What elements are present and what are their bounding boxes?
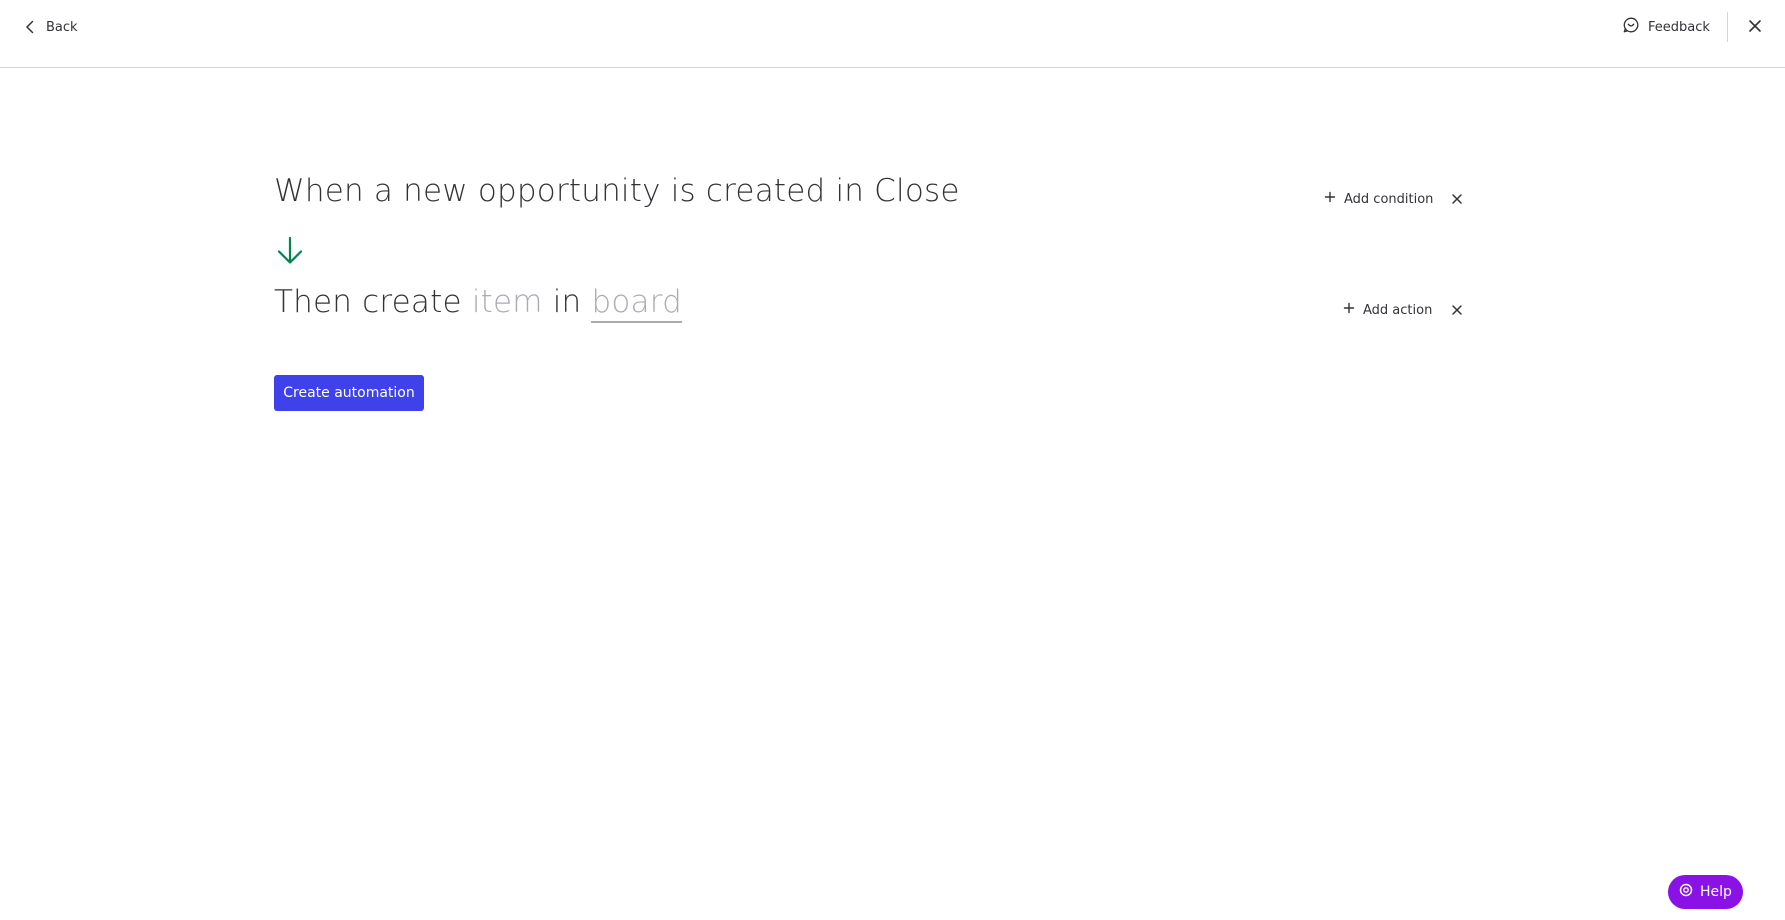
remove-trigger-button[interactable] — [1446, 188, 1468, 210]
plus-icon — [1324, 191, 1336, 207]
arrow-down-icon — [276, 236, 304, 270]
action-prefix: Then create — [274, 284, 462, 320]
action-sentence: Then create item in board — [274, 284, 682, 323]
feedback-icon — [1622, 16, 1640, 38]
help-icon — [1679, 883, 1693, 901]
add-condition-button[interactable]: Add condition — [1324, 187, 1433, 211]
remove-action-button[interactable] — [1446, 299, 1468, 321]
action-connector: in — [552, 284, 582, 320]
create-automation-button[interactable]: Create automation — [274, 375, 424, 411]
board-placeholder[interactable]: board — [591, 284, 682, 323]
chevron-left-icon — [22, 19, 38, 35]
close-icon — [1748, 18, 1762, 37]
top-bar: Back Feedback — [0, 0, 1785, 68]
help-button[interactable]: Help — [1668, 875, 1743, 909]
plus-icon — [1343, 302, 1355, 318]
close-button[interactable] — [1743, 15, 1767, 39]
add-action-button[interactable]: Add action — [1343, 298, 1432, 322]
trigger-sentence[interactable]: When a new opportunity is created in Clo… — [274, 173, 960, 209]
item-placeholder[interactable]: item — [472, 284, 543, 320]
close-icon — [1451, 190, 1463, 209]
topbar-divider — [1727, 12, 1728, 42]
back-label: Back — [46, 19, 78, 35]
add-action-label: Add action — [1363, 302, 1433, 318]
feedback-button[interactable]: Feedback — [1622, 14, 1710, 40]
help-label: Help — [1700, 884, 1732, 900]
back-button[interactable]: Back — [22, 14, 78, 40]
feedback-label: Feedback — [1648, 19, 1710, 35]
add-condition-label: Add condition — [1344, 191, 1434, 207]
close-icon — [1451, 301, 1463, 320]
